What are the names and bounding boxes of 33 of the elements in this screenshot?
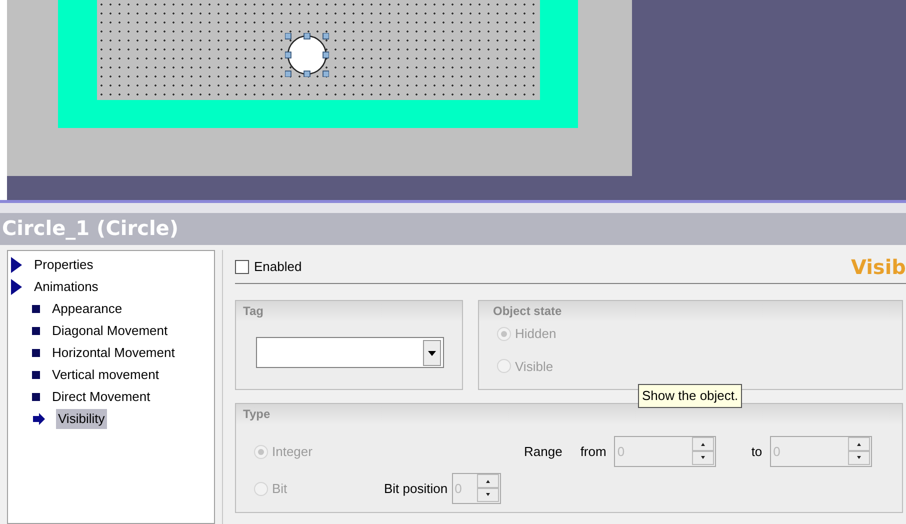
group-title: Tag (236, 301, 462, 321)
square-bullet-icon (32, 393, 40, 401)
tag-dropdown[interactable] (256, 337, 444, 368)
radio-label: Visible (515, 358, 554, 376)
radio-label: Integer (272, 442, 312, 461)
triangle-icon (11, 257, 22, 273)
tree-item[interactable]: Direct Movement (50, 387, 152, 407)
tree-item[interactable]: Vertical movement (50, 365, 161, 385)
radio-label: Bit (272, 480, 288, 498)
tree-item[interactable]: Diagonal Movement (50, 321, 170, 341)
enabled-checkbox[interactable] (235, 260, 249, 274)
tree-item[interactable]: Properties (32, 255, 96, 275)
arrow-icon (32, 412, 46, 426)
tree-item[interactable]: Appearance (50, 299, 124, 319)
radio-label: Hidden (515, 325, 556, 343)
tree-item[interactable]: Visibility (56, 409, 107, 429)
tooltip: Show the object. (638, 384, 742, 408)
tree-item[interactable]: Horizontal Movement (50, 343, 177, 363)
field-label: Range (524, 442, 562, 461)
triangle-icon (11, 279, 22, 295)
group-title: Object state (479, 301, 902, 321)
enabled-label: Enabled (254, 258, 302, 276)
group-title: Type (236, 404, 902, 424)
square-bullet-icon (32, 305, 40, 313)
tree-item[interactable]: Animations (32, 277, 100, 297)
field-label: Bit position (384, 480, 448, 498)
square-bullet-icon (32, 371, 40, 379)
field-label: to (751, 442, 762, 461)
field-label: from (580, 442, 606, 461)
square-bullet-icon (32, 327, 40, 335)
panel-title: Circle_1 (Circle) (0, 213, 906, 245)
square-bullet-icon (32, 349, 40, 357)
section-title: Visib (850, 254, 906, 280)
